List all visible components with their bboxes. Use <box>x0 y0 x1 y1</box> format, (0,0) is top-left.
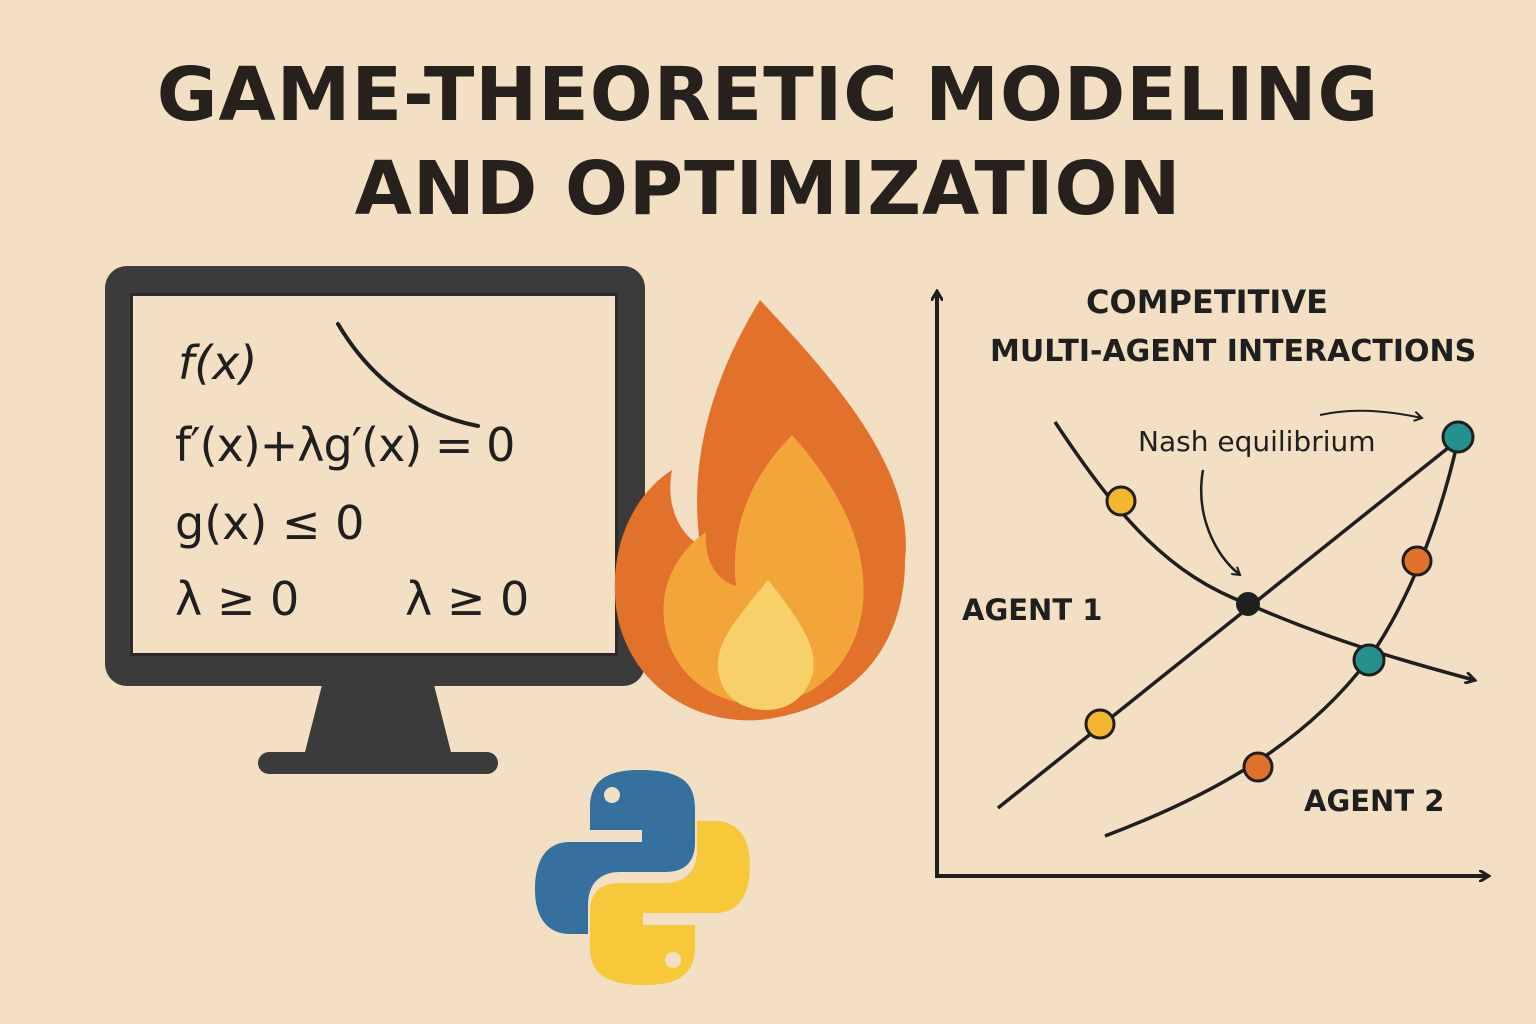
nash-pointer-arrow <box>1199 469 1240 575</box>
title-line-2: AND OPTIMIZATION <box>354 146 1182 232</box>
title-line-1: GAME-THEORETIC MODELING <box>156 52 1380 138</box>
agent-1-label: AGENT 1 <box>962 593 1103 627</box>
point-yellow-lower <box>1084 708 1116 740</box>
equation-fx: f(x) <box>178 336 258 390</box>
point-teal-top <box>1441 420 1475 454</box>
point-orange-right <box>1401 545 1433 577</box>
monitor-stand-base <box>258 752 498 774</box>
point-teal-middle <box>1352 643 1386 677</box>
equation-lambda-2: λ ≥ 0 <box>405 572 530 626</box>
diagram-heading-line-2: MULTI-AGENT INTERACTIONS <box>990 334 1477 369</box>
agent-2-curve <box>1104 439 1460 838</box>
monitor-screen: f(x) f′(x)+λg′(x) = 0 g(x) ≤ 0 λ ≥ 0 λ ≥… <box>130 293 618 656</box>
monitor-icon: f(x) f′(x)+λg′(x) = 0 g(x) ≤ 0 λ ≥ 0 λ ≥… <box>105 266 645 686</box>
nash-equilibrium-point <box>1236 592 1260 616</box>
diagram-heading-line-1: COMPETITIVE <box>1086 283 1328 321</box>
nash-equilibrium-label: Nash equilibrium <box>1138 425 1376 458</box>
small-trend-arrow <box>1319 409 1422 418</box>
equation-lambda-1: λ ≥ 0 <box>175 572 300 626</box>
agent-1-curve <box>1053 421 1474 680</box>
agent-2-label: AGENT 2 <box>1304 784 1445 818</box>
point-orange-bottom <box>1242 751 1274 783</box>
equation-lagrange: f′(x)+λg′(x) = 0 <box>175 418 515 472</box>
point-yellow-upper <box>1105 485 1137 517</box>
monitor-stand-neck <box>304 686 452 756</box>
equation-constraint: g(x) ≤ 0 <box>175 496 365 550</box>
